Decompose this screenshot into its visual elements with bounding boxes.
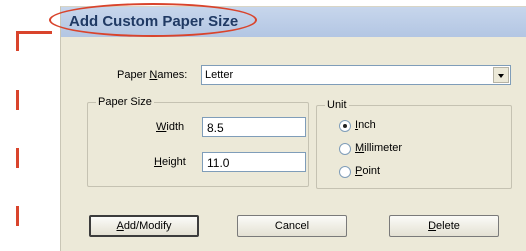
width-label: Width <box>156 121 185 133</box>
unit-group: Unit Inch Millimeter Point <box>316 99 512 189</box>
add-modify-button[interactable]: Add/Modify <box>89 215 199 237</box>
width-field[interactable]: 8.5 <box>202 117 306 137</box>
paper-size-group: Paper Size Width 8.5 Height 11.0 <box>87 96 309 187</box>
radio-icon[interactable] <box>339 166 351 178</box>
height-label: Height <box>154 156 186 168</box>
annotation-oval <box>49 3 257 37</box>
cancel-button[interactable]: Cancel <box>237 215 347 237</box>
annotation-dash-2 <box>16 90 19 110</box>
annotation-dash-horizontal <box>16 31 52 34</box>
annotation-dash-1 <box>16 31 19 51</box>
unit-group-title: Unit <box>325 99 349 111</box>
annotation-dash-4 <box>16 206 19 226</box>
delete-button[interactable]: Delete <box>389 215 499 237</box>
paper-names-value: Letter <box>205 69 234 81</box>
paper-names-label: Paper Names: <box>117 69 188 81</box>
point-label: Point <box>355 165 381 177</box>
inch-label: Inch <box>355 119 376 131</box>
millimeter-label: Millimeter <box>355 142 403 154</box>
radio-selected-icon[interactable] <box>339 120 351 132</box>
add-custom-paper-size-dialog: Add Custom Paper Size Paper Names: Lette… <box>60 6 526 251</box>
radio-icon[interactable] <box>339 143 351 155</box>
annotation-dash-3 <box>16 148 19 168</box>
height-field[interactable]: 11.0 <box>202 152 306 172</box>
chevron-down-icon[interactable] <box>493 67 509 83</box>
paper-size-group-title: Paper Size <box>96 96 154 108</box>
paper-names-combobox[interactable]: Letter <box>201 65 511 85</box>
